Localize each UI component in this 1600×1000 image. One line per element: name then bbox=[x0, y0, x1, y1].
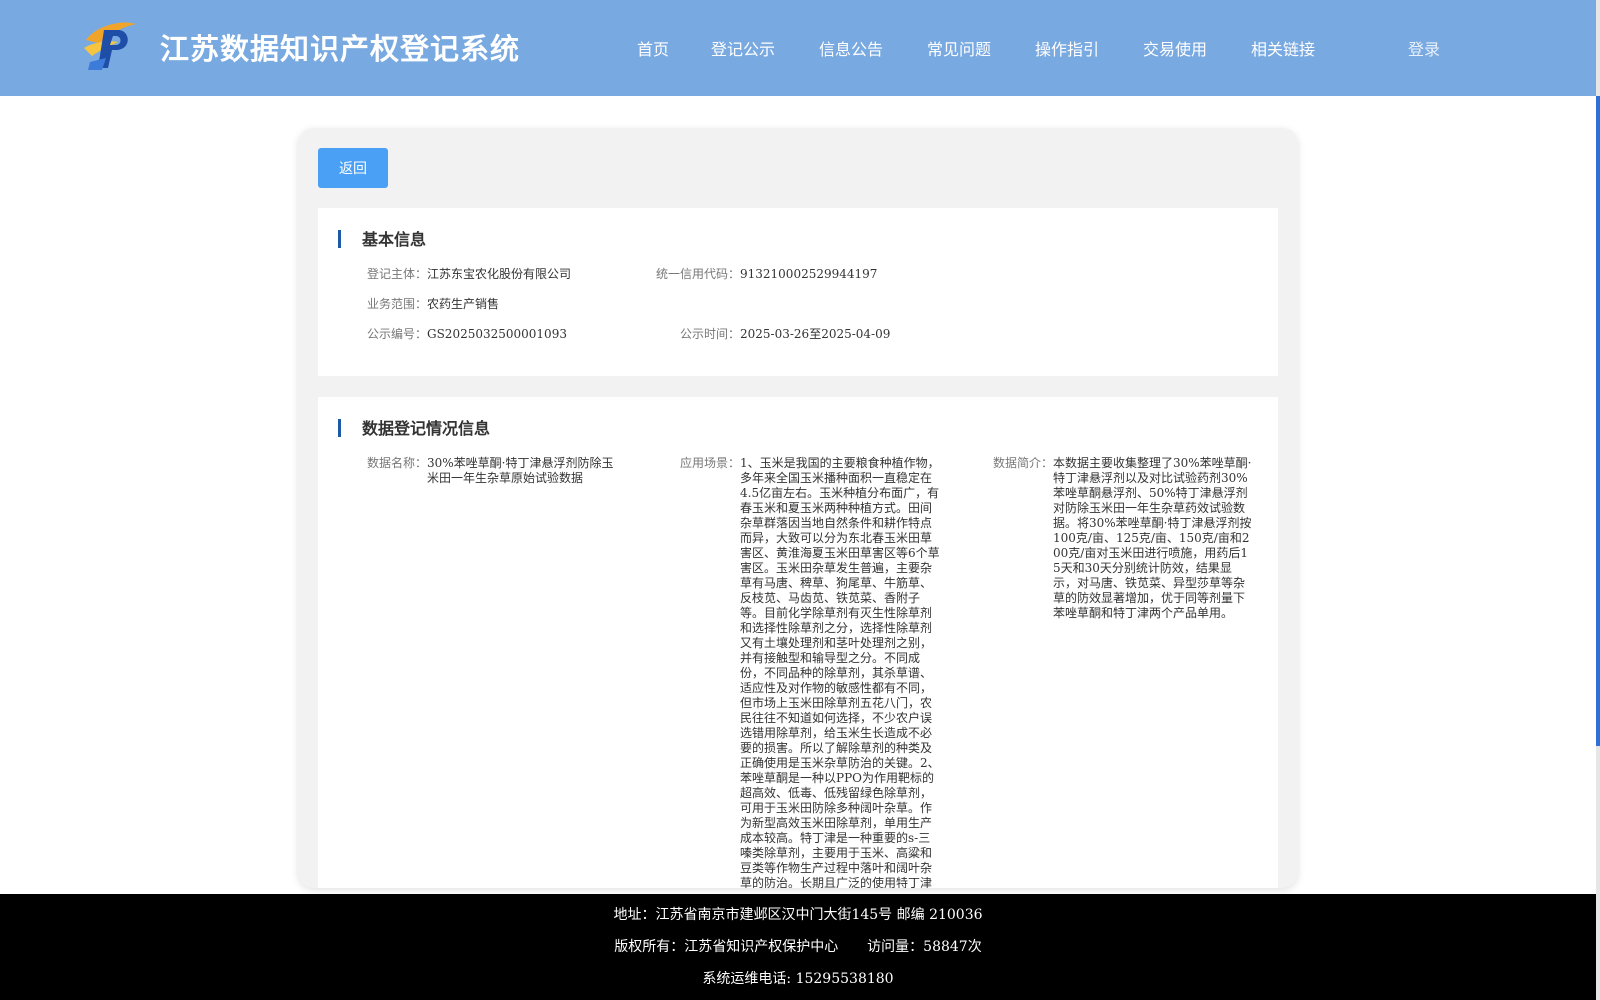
detail-card: 返回 基本信息 登记主体： 江苏东宝农化股份有限公司 统一信用代码： 91321… bbox=[298, 128, 1298, 888]
footer-hotline: 系统运维电话: 15295538180 bbox=[702, 971, 894, 987]
section-title-data: 数据登记情况信息 bbox=[362, 419, 491, 438]
footer-address: 地址：江苏省南京市建邺区汉中门大街145号 邮编 210036 bbox=[613, 907, 983, 923]
notice-time-field: 公示时间： 2025-03-26至2025-04-09 bbox=[680, 327, 891, 342]
credit-code-value: 913210002529944197 bbox=[740, 267, 878, 281]
nav-registration-notice[interactable]: 登记公示 bbox=[711, 36, 775, 60]
basic-info-section: 基本信息 登记主体： 江苏东宝农化股份有限公司 统一信用代码： 91321000… bbox=[318, 208, 1278, 376]
notice-time-label: 公示时间： bbox=[679, 327, 740, 341]
business-scope-label: 业务范围： bbox=[366, 297, 427, 311]
login-link[interactable]: 登录 bbox=[1408, 36, 1440, 60]
back-button[interactable]: 返回 bbox=[318, 148, 388, 188]
data-name-label: 数据名称： bbox=[366, 456, 427, 470]
credit-code-field: 统一信用代码： 913210002529944197 bbox=[656, 267, 878, 282]
intro-label: 数据简介： bbox=[992, 456, 1053, 470]
intro-field: 数据简介： 本数据主要收集整理了30%苯唑草酮·特丁津悬浮剂以及对比试验药剂30… bbox=[993, 456, 1255, 621]
notice-time-value: 2025-03-26至2025-04-09 bbox=[740, 327, 891, 341]
registrant-field: 登记主体： 江苏东宝农化股份有限公司 bbox=[367, 267, 572, 282]
notice-number-field: 公示编号： GS2025032500001093 bbox=[367, 327, 567, 342]
nav-related-links[interactable]: 相关链接 bbox=[1251, 36, 1315, 60]
nav-faq[interactable]: 常见问题 bbox=[927, 36, 991, 60]
business-scope-field: 业务范围： 农药生产销售 bbox=[367, 297, 500, 312]
scenario-field: 应用场景： 1、玉米是我国的主要粮食种植作物，多年来全国玉米播种面积一直稳定在4… bbox=[680, 456, 940, 888]
footer-copyright-row: 版权所有：江苏省知识产权保护中心 访问量：58847次 bbox=[0, 936, 1596, 956]
registrant-label: 登记主体： bbox=[366, 267, 427, 281]
footer-visits: 访问量：58847次 bbox=[867, 939, 982, 955]
footer-copyright: 版权所有：江苏省知识产权保护中心 bbox=[614, 939, 839, 955]
notice-number-label: 公示编号： bbox=[366, 327, 427, 341]
nav-operation-guide[interactable]: 操作指引 bbox=[1035, 36, 1099, 60]
data-registration-section: 数据登记情况信息 数据名称： 30%苯唑草酮·特丁津悬浮剂防除玉米田一年生杂草原… bbox=[318, 397, 1278, 888]
scenario-value: 1、玉米是我国的主要粮食种植作物，多年来全国玉米播种面积一直稳定在4.5亿亩左右… bbox=[740, 456, 940, 888]
scenario-label: 应用场景： bbox=[679, 456, 740, 470]
page-footer: 地址：江苏省南京市建邺区汉中门大街145号 邮编 210036 版权所有：江苏省… bbox=[0, 894, 1596, 1000]
nav-info-announcement[interactable]: 信息公告 bbox=[819, 36, 883, 60]
section-accent-bar bbox=[338, 230, 341, 248]
site-title[interactable]: 江苏数据知识产权登记系统 bbox=[160, 26, 520, 68]
data-name-value: 30%苯唑草酮·特丁津悬浮剂防除玉米田一年生杂草原始试验数据 bbox=[427, 456, 614, 485]
nav-trade-usage[interactable]: 交易使用 bbox=[1143, 36, 1207, 60]
scrollbar-thumb[interactable] bbox=[1596, 96, 1600, 746]
registrant-value: 江苏东宝农化股份有限公司 bbox=[427, 267, 572, 281]
top-header: 江苏数据知识产权登记系统 首页 登记公示 信息公告 常见问题 操作指引 交易使用… bbox=[0, 0, 1596, 96]
site-logo-icon[interactable] bbox=[80, 18, 138, 72]
section-title-basic: 基本信息 bbox=[362, 230, 427, 249]
notice-number-value: GS2025032500001093 bbox=[427, 327, 567, 341]
credit-code-label: 统一信用代码： bbox=[655, 267, 740, 281]
data-name-field: 数据名称： 30%苯唑草酮·特丁津悬浮剂防除玉米田一年生杂草原始试验数据 bbox=[367, 456, 619, 486]
nav-home[interactable]: 首页 bbox=[637, 36, 669, 60]
intro-value: 本数据主要收集整理了30%苯唑草酮·特丁津悬浮剂以及对比试验药剂30%苯唑草酮悬… bbox=[1053, 456, 1252, 620]
business-scope-value: 农药生产销售 bbox=[427, 297, 500, 311]
section-accent-bar bbox=[338, 419, 341, 437]
